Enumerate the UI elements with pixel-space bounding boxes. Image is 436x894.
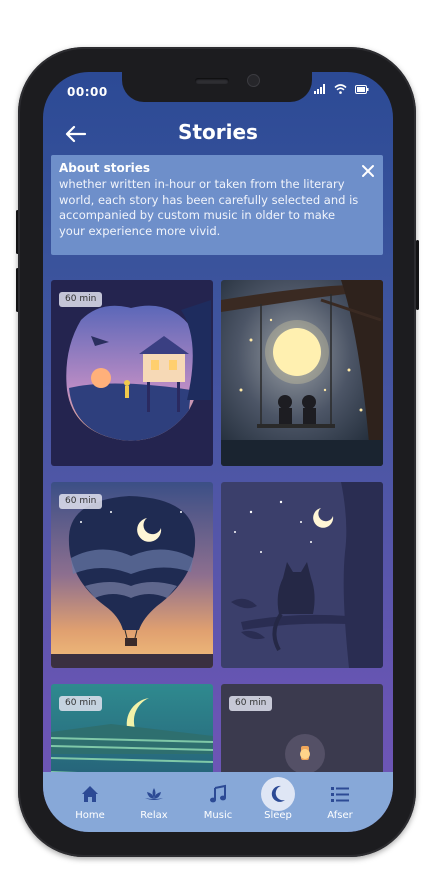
music-note-icon: [210, 784, 226, 803]
story-card[interactable]: [221, 280, 383, 466]
banner-title: About stories: [59, 161, 151, 175]
duration-badge: 60 min: [59, 696, 103, 711]
list-icon: [331, 787, 349, 802]
bottom-navigation: Home Relax Music Sleep Afser: [43, 772, 393, 832]
header: Stories: [43, 118, 393, 150]
stories-grid: 60 min 60 min 60 min 60 min: [51, 280, 385, 832]
close-icon[interactable]: [361, 164, 375, 178]
status-icons: [314, 84, 369, 94]
nav-item-afser[interactable]: Afser: [309, 780, 371, 826]
lotus-icon: [145, 788, 163, 800]
nav-item-home[interactable]: Home: [59, 780, 121, 826]
power-button: [416, 240, 419, 310]
device-stage: 00:00 Stories About stories whether writ…: [0, 0, 436, 894]
nav-label: Home: [75, 810, 105, 821]
duration-badge: 60 min: [59, 494, 103, 509]
page-title: Stories: [178, 120, 258, 144]
home-icon: [82, 786, 98, 802]
app-screen: 00:00 Stories About stories whether writ…: [43, 72, 393, 832]
nav-item-music[interactable]: Music: [187, 780, 249, 826]
duration-badge: 60 min: [229, 696, 273, 711]
story-card[interactable]: [221, 482, 383, 668]
story-card[interactable]: 60 min: [51, 482, 213, 668]
story-card[interactable]: 60 min: [51, 280, 213, 466]
camera-notch: [122, 72, 312, 102]
duration-badge: 60 min: [59, 292, 103, 307]
story-thumbnail-tree-house: [51, 280, 213, 466]
nav-label: Afser: [327, 810, 353, 821]
nav-label: Music: [203, 810, 233, 821]
story-thumbnail-balloon-sky: [51, 482, 213, 668]
story-thumbnail-moon-swing: [221, 280, 383, 466]
nav-label: Relax: [140, 810, 168, 821]
battery-icon: [355, 85, 369, 94]
banner-text: whether written in-hour or taken from th…: [59, 177, 359, 238]
about-stories-banner: About stories whether written in-hour or…: [51, 155, 383, 255]
speaker-grille: [195, 78, 229, 84]
story-thumbnail-cat-on-branch: [221, 482, 383, 668]
status-time: 00:00: [67, 85, 108, 99]
moon-icon: [271, 785, 285, 802]
signal-icon: [314, 84, 325, 94]
nav-item-sleep[interactable]: Sleep: [247, 777, 309, 826]
nav-item-relax[interactable]: Relax: [123, 780, 185, 826]
wifi-icon: [334, 84, 347, 94]
front-camera: [247, 74, 260, 87]
nav-label: Sleep: [264, 810, 292, 821]
